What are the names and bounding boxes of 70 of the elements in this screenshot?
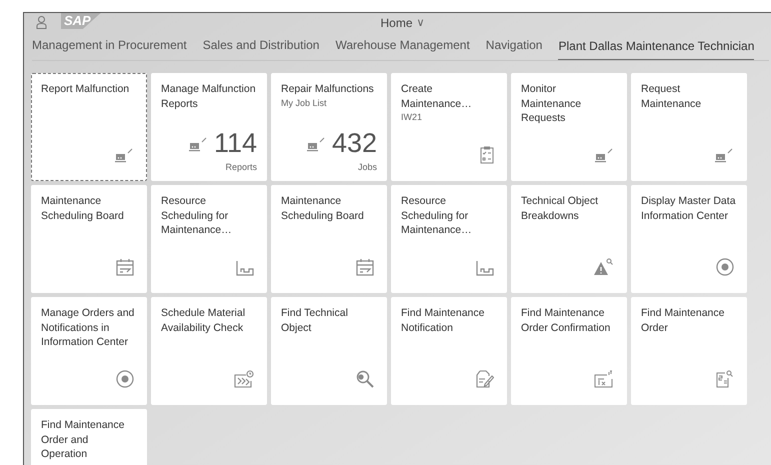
app-tile[interactable]: Find Maintenance Order and Operation (31, 409, 147, 465)
tile-title: Manage Orders and Notifications in Information Center (41, 306, 136, 350)
monitor-wrench-icon (594, 146, 614, 164)
tile-subtitle: IW21 (401, 111, 422, 123)
tile-title: Monitor Maintenance Requests (521, 82, 582, 126)
app-tile[interactable]: Resource Scheduling for Maintenance… (391, 185, 507, 293)
calendar-icon (356, 258, 374, 276)
app-tile[interactable]: Technical Object Breakdowns (511, 185, 627, 293)
tile-title: Schedule Material Availability Check (161, 306, 246, 335)
tile-title: Maintenance Scheduling Board (41, 194, 125, 223)
target-icon (716, 258, 734, 276)
app-tile[interactable]: Display Master Data Information Center (631, 185, 747, 293)
kpi-number: 114 (214, 128, 257, 158)
app-tile[interactable]: Resource Scheduling for Maintenance… (151, 185, 267, 293)
kpi-unit: Jobs (358, 160, 377, 174)
app-tile[interactable]: Report Malfunction (31, 73, 147, 181)
tile-title: Repair Malfunctions (281, 82, 375, 96)
document-pen-icon (476, 370, 494, 388)
app-tile[interactable]: Find Maintenance Order (631, 297, 747, 405)
step-chart-icon (476, 260, 494, 276)
tile-title: Resource Scheduling for Maintenance… (161, 194, 233, 238)
monitor-wrench-icon (714, 146, 734, 164)
kpi-unit: Reports (225, 160, 257, 174)
tab[interactable]: Management in Procurement (32, 36, 187, 60)
money-check-icon (594, 370, 614, 388)
tile-title: Find Maintenance Order Confirmation (521, 306, 612, 335)
app-tile[interactable]: Find Technical Object (271, 297, 387, 405)
calendar-icon (116, 258, 134, 276)
tile-title: Resource Scheduling for Maintenance… (401, 194, 473, 238)
tile-title: Report Malfunction (41, 82, 130, 96)
tile-title: Manage Malfunction Reports (161, 82, 257, 111)
step-chart-icon (236, 260, 254, 276)
tab[interactable]: Navigation (486, 36, 542, 60)
app-tile[interactable]: Manage Orders and Notifications in Information Center (31, 297, 147, 405)
logo: SAP (61, 13, 101, 29)
tile-title: Find Maintenance Order (641, 306, 726, 335)
schedule-clock-icon (234, 370, 254, 388)
tile-title: Find Technical Object (281, 306, 349, 335)
app-tile[interactable]: Find Maintenance Notification (391, 297, 507, 405)
kpi-number: 432 (332, 128, 377, 158)
app-tile[interactable]: Manage Malfunction Reports 114 Reports (151, 73, 267, 181)
tile-subtitle: My Job List (281, 96, 327, 108)
monitor-wrench-icon (306, 135, 326, 153)
search-icon (356, 370, 374, 388)
clipboard-icon (480, 146, 494, 164)
app-tile[interactable]: Find Maintenance Order Confirmation (511, 297, 627, 405)
warning-search-icon (594, 258, 614, 276)
tab[interactable]: Plant Dallas Maintenance Technician (558, 37, 754, 60)
tile-title: Maintenance Scheduling Board (281, 194, 365, 223)
tab[interactable]: Sales and Distribution (202, 36, 320, 60)
app-tile[interactable]: Schedule Material Availability Check (151, 297, 267, 405)
app-tile[interactable]: Request Maintenance (631, 73, 747, 181)
app-tile[interactable]: Repair Malfunctions My Job List 432 Jobs (271, 73, 387, 181)
tile-title: Technical Object Breakdowns (521, 194, 600, 223)
user-icon[interactable] (36, 16, 47, 29)
monitor-wrench-icon (188, 135, 208, 153)
tile-title: Find Maintenance Order and Operation (41, 418, 126, 462)
target-icon (116, 370, 134, 388)
tile-title: Display Master Data Information Center (641, 194, 737, 223)
app-tile[interactable]: Maintenance Scheduling Board (271, 185, 387, 293)
money-search-icon (716, 370, 734, 388)
tile-title: Find Maintenance Notification (401, 306, 486, 335)
app-tile[interactable]: Create Maintenance… IW21 (391, 73, 507, 181)
app-tile[interactable]: Maintenance Scheduling Board (31, 185, 147, 293)
app-tile[interactable]: Monitor Maintenance Requests (511, 73, 627, 181)
tile-title: Request Maintenance (641, 82, 702, 111)
monitor-wrench-icon (114, 146, 134, 164)
tile-title: Create Maintenance… (401, 82, 473, 111)
tab[interactable]: Warehouse Management (335, 36, 470, 60)
home-menu-button[interactable]: Home ∨ (370, 14, 424, 32)
